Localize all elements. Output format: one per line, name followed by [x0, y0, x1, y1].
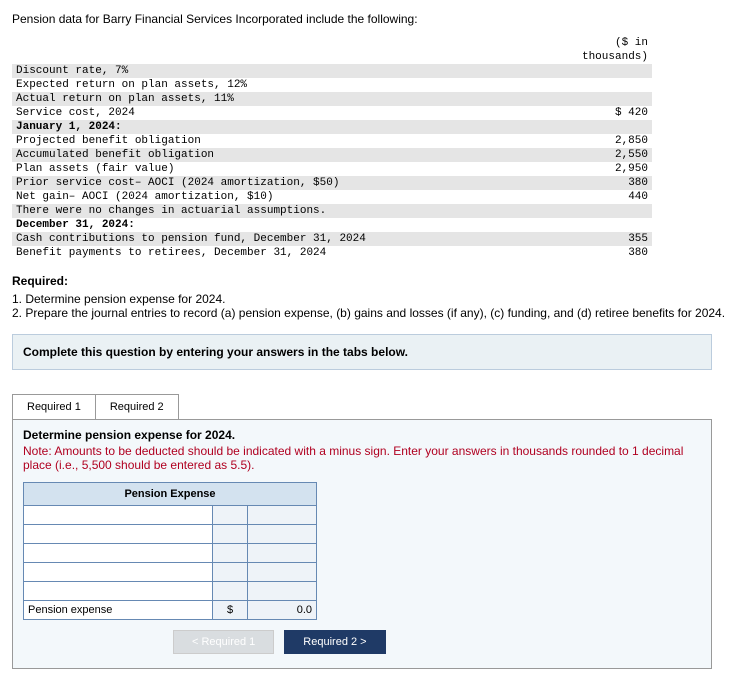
- panel-note: Note: Amounts to be deducted should be i…: [23, 444, 701, 472]
- grid-cell[interactable]: [213, 506, 248, 525]
- data-row-value: 2,950: [564, 162, 652, 176]
- grid-cell[interactable]: [24, 563, 213, 582]
- next-button[interactable]: Required 2 >: [284, 630, 385, 654]
- grid-cell[interactable]: [248, 525, 317, 544]
- data-row-label: Plan assets (fair value): [12, 162, 564, 176]
- required-item-1: 1. Determine pension expense for 2024.: [12, 292, 744, 306]
- required-list: 1. Determine pension expense for 2024. 2…: [12, 292, 744, 320]
- data-row-value: [564, 120, 652, 134]
- grid-header: Pension Expense: [24, 483, 317, 506]
- grid-cell[interactable]: [248, 563, 317, 582]
- data-row-value: $ 420: [564, 106, 652, 120]
- pension-expense-grid: Pension Expense Pension expense $ 0.0: [23, 482, 317, 620]
- data-row-label: Projected benefit obligation: [12, 134, 564, 148]
- data-row-value: [564, 64, 652, 78]
- data-row-value: 440: [564, 190, 652, 204]
- panel-title: Determine pension expense for 2024.: [23, 428, 701, 442]
- grid-cell[interactable]: [213, 544, 248, 563]
- grid-cell[interactable]: [24, 582, 213, 601]
- data-row-label: Cash contributions to pension fund, Dece…: [12, 232, 564, 246]
- data-row-label: There were no changes in actuarial assum…: [12, 204, 564, 218]
- units-header: ($ in thousands): [564, 36, 652, 64]
- data-row-value: 380: [564, 176, 652, 190]
- grid-cell[interactable]: [248, 506, 317, 525]
- data-row-label: Actual return on plan assets, 11%: [12, 92, 564, 106]
- required-item-2: 2. Prepare the journal entries to record…: [12, 306, 744, 320]
- data-row-label: Service cost, 2024: [12, 106, 564, 120]
- grid-cell[interactable]: [248, 582, 317, 601]
- data-row-value: 380: [564, 246, 652, 260]
- grid-cell[interactable]: [248, 544, 317, 563]
- tab-panel-required-1: Determine pension expense for 2024. Note…: [12, 419, 712, 669]
- data-row-label: Discount rate, 7%: [12, 64, 564, 78]
- grid-total-value: 0.0: [248, 601, 317, 620]
- grid-cell[interactable]: [213, 582, 248, 601]
- data-row-value: [564, 92, 652, 106]
- data-row-value: [564, 204, 652, 218]
- tab-bar: Required 1 Required 2: [12, 394, 744, 419]
- tab-required-2[interactable]: Required 2: [96, 394, 179, 419]
- instruction-box: Complete this question by entering your …: [12, 334, 712, 370]
- data-row-label: Net gain– AOCI (2024 amortization, $10): [12, 190, 564, 204]
- data-row-label: January 1, 2024:: [12, 120, 564, 134]
- data-table: ($ in thousands) Discount rate, 7%Expect…: [12, 36, 652, 260]
- data-row-value: 355: [564, 232, 652, 246]
- grid-cell[interactable]: [213, 563, 248, 582]
- required-heading: Required:: [12, 274, 744, 288]
- data-row-value: [564, 78, 652, 92]
- data-row-label: December 31, 2024:: [12, 218, 564, 232]
- grid-cell[interactable]: [213, 525, 248, 544]
- nav-buttons: < Required 1 Required 2 >: [23, 630, 701, 654]
- intro-text: Pension data for Barry Financial Service…: [12, 12, 744, 26]
- data-row-label: Benefit payments to retirees, December 3…: [12, 246, 564, 260]
- grid-cell[interactable]: [24, 544, 213, 563]
- data-row-value: [564, 218, 652, 232]
- data-row-label: Expected return on plan assets, 12%: [12, 78, 564, 92]
- grid-total-dollar: $: [213, 601, 248, 620]
- data-row-value: 2,850: [564, 134, 652, 148]
- data-row-label: Accumulated benefit obligation: [12, 148, 564, 162]
- grid-cell[interactable]: [24, 525, 213, 544]
- data-row-label: Prior service cost– AOCI (2024 amortizat…: [12, 176, 564, 190]
- data-row-value: 2,550: [564, 148, 652, 162]
- prev-button[interactable]: < Required 1: [173, 630, 274, 654]
- grid-cell[interactable]: [24, 506, 213, 525]
- grid-total-label: Pension expense: [24, 601, 213, 620]
- tab-required-1[interactable]: Required 1: [12, 394, 96, 419]
